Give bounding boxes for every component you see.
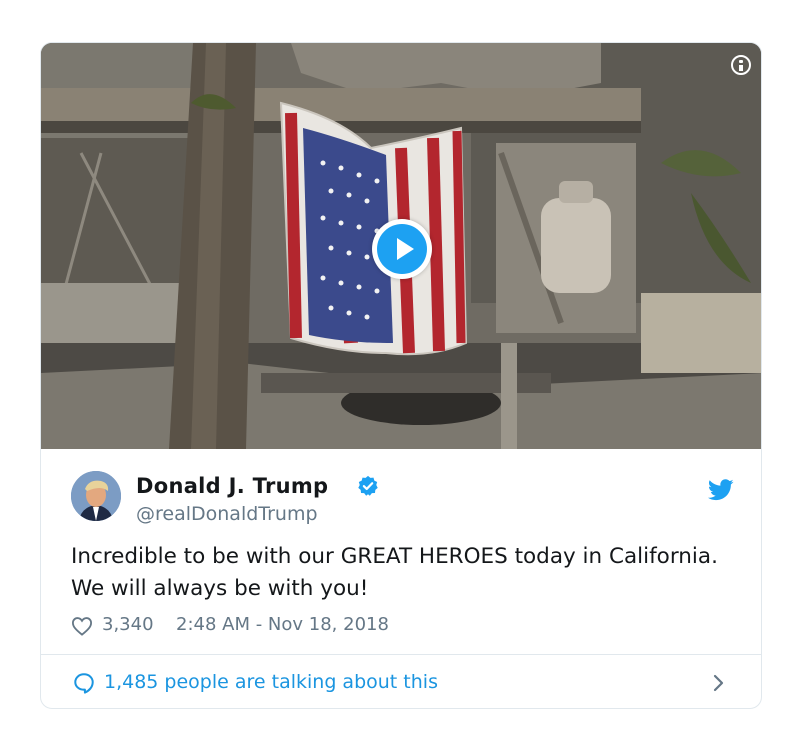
embedded-tweet-card: Donald J. Trump @realDonaldTrump Incredi… <box>40 42 762 709</box>
author-handle[interactable]: @realDonaldTrump <box>136 503 318 525</box>
like-count: 3,340 <box>102 614 154 635</box>
video-thumbnail[interactable] <box>41 43 761 449</box>
twitter-bird-icon[interactable] <box>708 479 734 501</box>
play-icon <box>377 224 427 274</box>
info-icon[interactable] <box>731 55 751 75</box>
chevron-right-icon <box>713 674 724 692</box>
conversation-link[interactable]: 1,485 people are talking about this <box>41 655 761 708</box>
tweet-text: Incredible to be with our GREAT HEROES t… <box>71 544 718 601</box>
talking-about-text[interactable]: 1,485 people are talking about this <box>104 671 438 693</box>
heart-icon[interactable] <box>71 616 93 636</box>
play-button[interactable] <box>372 219 432 279</box>
tweet-timestamp[interactable]: 2:48 AM - Nov 18, 2018 <box>176 614 389 635</box>
verified-badge-icon <box>358 475 378 496</box>
chat-bubble-icon <box>74 673 94 694</box>
avatar[interactable] <box>71 471 121 521</box>
author-name[interactable]: Donald J. Trump <box>136 474 328 498</box>
tweet-header: Donald J. Trump @realDonaldTrump <box>41 449 761 539</box>
